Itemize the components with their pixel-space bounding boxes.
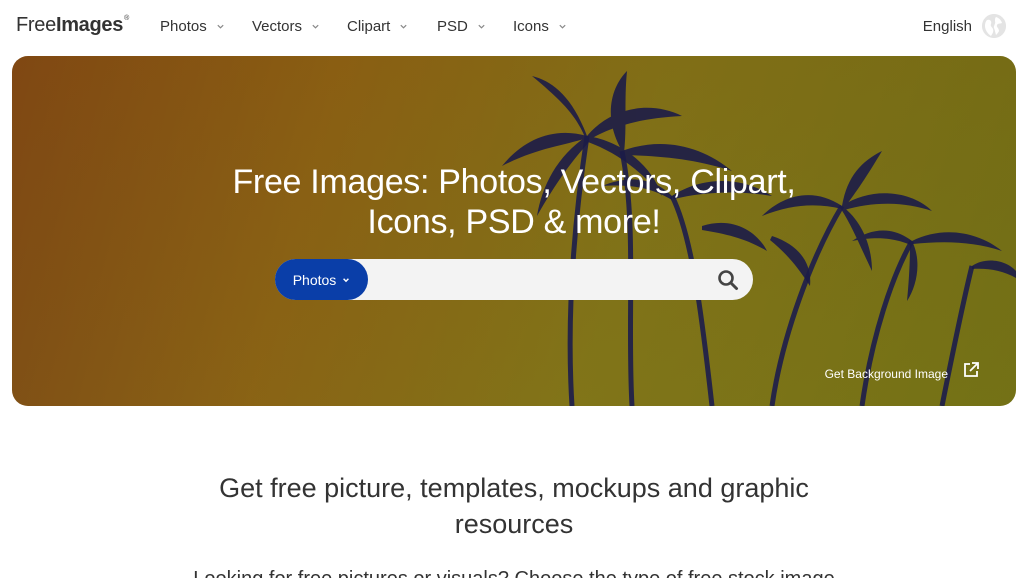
top-header: Free Images ® Photos Vectors Clipart PSD I… (0, 0, 1028, 56)
search-icon[interactable] (717, 269, 739, 291)
nav-item-psd[interactable]: PSD (437, 18, 513, 35)
chevron-down-icon (559, 24, 566, 29)
logo-text-free: Free (16, 14, 56, 36)
language-selector[interactable]: English (923, 14, 1006, 38)
get-background-image-link[interactable]: Get Background Image (824, 362, 980, 381)
nav-item-label: Icons (513, 18, 549, 35)
nav-item-clipart[interactable]: Clipart (347, 18, 437, 35)
hero-title-line-2: Icons, PSD & more! (367, 203, 661, 241)
main-nav: Photos Vectors Clipart PSD Icons (160, 18, 567, 35)
external-link-icon (964, 362, 979, 377)
logo-text-images: Images (55, 14, 124, 36)
get-background-image-label: Get Background Image (824, 367, 948, 381)
freeimages-logo[interactable]: Free Images ® (16, 14, 129, 37)
section-heading: Get free picture, templates, mockups and… (0, 470, 1028, 542)
nav-item-label: Clipart (347, 18, 391, 35)
search-type-label: Photos (292, 271, 337, 288)
section-intro-text: Looking for free pictures or visuals? Ch… (0, 566, 1028, 578)
nav-item-label: PSD (437, 18, 468, 35)
nav-item-icons[interactable]: Icons (513, 18, 567, 35)
nav-item-photos[interactable]: Photos (160, 18, 252, 35)
chevron-down-icon (312, 24, 319, 29)
search-bar: Photos (275, 259, 753, 300)
search-input[interactable] (375, 259, 695, 300)
hero-title-line-1: Free Images: Photos, Vectors, Clipart, (232, 163, 796, 201)
section-heading-line-2: resources (454, 509, 574, 539)
nav-item-label: Vectors (252, 18, 303, 35)
hero-banner: Free Images: Photos, Vectors, Clipart, I… (12, 56, 1016, 406)
nav-item-label: Photos (160, 18, 207, 35)
chevron-down-icon (400, 24, 407, 29)
chevron-down-icon (343, 277, 350, 282)
logo-registered-mark: ® (124, 15, 129, 22)
globe-icon (982, 14, 1006, 38)
hero-title: Free Images: Photos, Vectors, Clipart, I… (12, 162, 1016, 242)
search-type-dropdown[interactable]: Photos (275, 259, 368, 300)
chevron-down-icon (217, 24, 224, 29)
language-label: English (922, 17, 972, 35)
chevron-down-icon (478, 24, 485, 29)
nav-item-vectors[interactable]: Vectors (252, 18, 347, 35)
section-heading-line-1: Get free picture, templates, mockups and… (219, 473, 809, 503)
